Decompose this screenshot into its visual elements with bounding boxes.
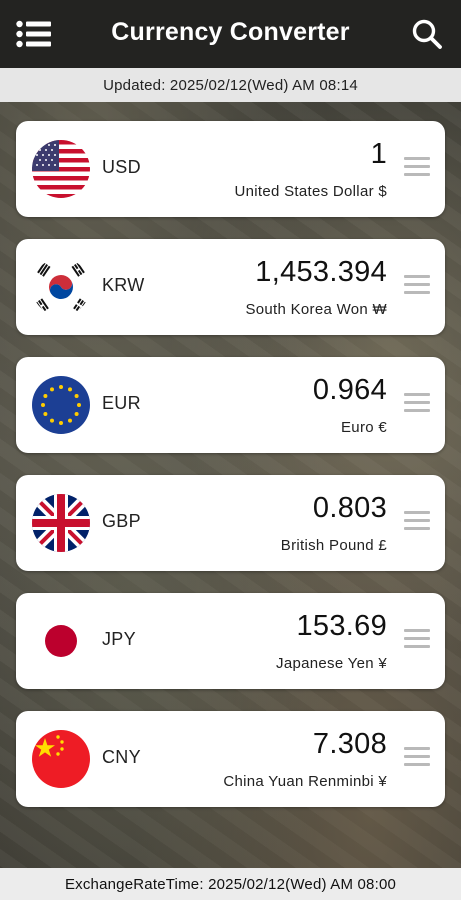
currency-row-jpy[interactable]: JPY 153.69 Japanese Yen ¥: [16, 593, 445, 689]
currency-amount[interactable]: 7.308: [313, 728, 387, 761]
exchange-rate-time: ExchangeRateTime: 2025/02/12(Wed) AM 08:…: [0, 868, 461, 900]
currency-code: KRW: [102, 275, 145, 295]
currency-code: CNY: [102, 747, 141, 767]
currency-amount[interactable]: 153.69: [297, 610, 388, 643]
drag-handle-icon[interactable]: [404, 393, 430, 413]
currency-code: EUR: [102, 393, 141, 413]
page-title: Currency Converter: [111, 18, 350, 46]
gb-flag-icon: [32, 494, 90, 552]
currency-code: USD: [102, 157, 141, 177]
drag-handle-icon[interactable]: [404, 275, 430, 295]
currency-name: Japanese Yen ¥: [276, 655, 387, 672]
drag-handle-icon[interactable]: [404, 511, 430, 531]
currency-amount[interactable]: 0.964: [313, 374, 387, 407]
currency-amount[interactable]: 1: [371, 138, 387, 171]
currency-name: British Pound £: [280, 537, 387, 554]
currency-amount[interactable]: 1,453.394: [255, 256, 387, 289]
eu-flag-icon: [32, 376, 90, 434]
us-flag-icon: [32, 140, 90, 198]
jp-flag-icon: [32, 612, 90, 670]
currency-row-gbp[interactable]: GBP 0.803 British Pound £: [16, 475, 445, 571]
currency-code: JPY: [102, 629, 136, 649]
drag-handle-icon[interactable]: [404, 157, 430, 177]
currency-name: United States Dollar $: [234, 183, 387, 200]
kr-flag-icon: [32, 258, 90, 316]
currency-row-eur[interactable]: EUR 0.964 Euro €: [16, 357, 445, 453]
currency-row-krw[interactable]: KRW 1,453.394 South Korea Won ₩: [16, 239, 445, 335]
currency-name: South Korea Won ₩: [245, 301, 387, 318]
app-bar: Currency Converter: [0, 0, 461, 68]
currency-row-usd[interactable]: USD 1 United States Dollar $: [16, 121, 445, 217]
currency-name: Euro €: [341, 419, 387, 436]
updated-timestamp: Updated: 2025/02/12(Wed) AM 08:14: [0, 68, 461, 102]
currency-code: GBP: [102, 511, 141, 531]
currency-amount[interactable]: 0.803: [313, 492, 387, 525]
cn-flag-icon: [32, 730, 90, 788]
search-icon[interactable]: [411, 18, 443, 50]
currency-name: China Yuan Renminbi ¥: [223, 773, 387, 790]
drag-handle-icon[interactable]: [404, 629, 430, 649]
currency-row-cny[interactable]: CNY 7.308 China Yuan Renminbi ¥: [16, 711, 445, 807]
drag-handle-icon[interactable]: [404, 747, 430, 767]
